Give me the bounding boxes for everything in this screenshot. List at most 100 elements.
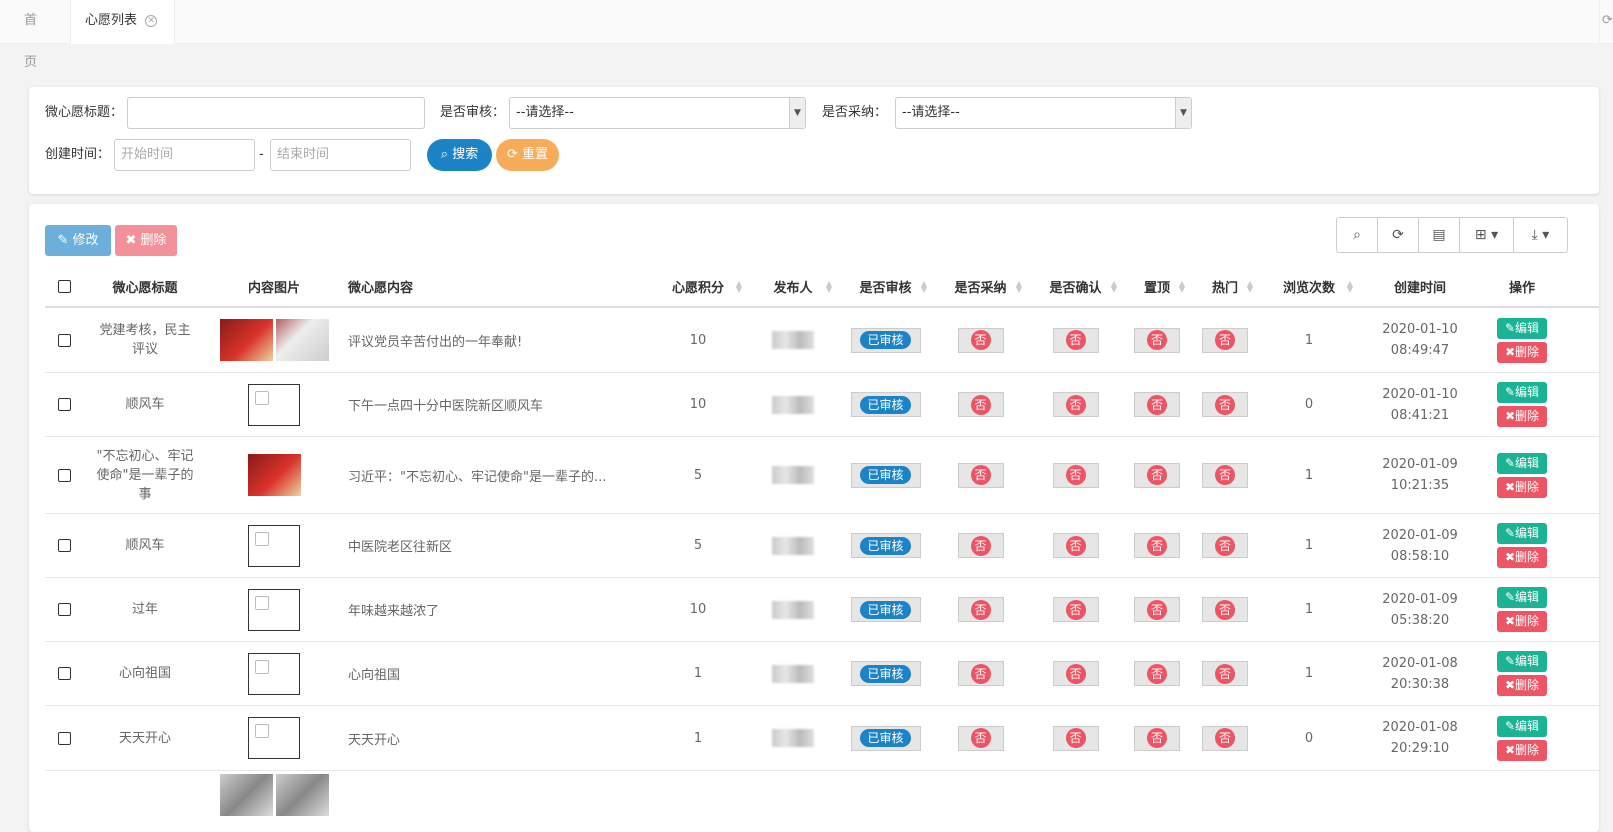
row-delete-button[interactable]: ✖删除: [1497, 611, 1547, 632]
top-status-badge: 否: [1147, 330, 1167, 350]
close-icon[interactable]: ✕: [145, 14, 158, 27]
column-header[interactable]: 发布人 ▲ ▼: [748, 267, 838, 306]
search-icon[interactable]: ⌕: [1336, 217, 1378, 253]
row-edit-button[interactable]: ✎编辑: [1497, 587, 1547, 608]
row-delete-button[interactable]: ✖删除: [1497, 341, 1547, 363]
created-date: 2020-01-09: [1382, 457, 1458, 472]
wish-points: 10: [689, 602, 707, 617]
toggle-view-icon[interactable]: ▤: [1418, 217, 1460, 253]
title-filter-input[interactable]: [127, 97, 425, 129]
row-delete-button[interactable]: ✖删除: [1497, 547, 1547, 568]
confirm-status-badge: 否: [1065, 663, 1086, 684]
confirm-status-badge: 否: [1065, 465, 1086, 485]
chevron-down-icon: ▼: [789, 98, 805, 128]
wish-points: 1: [693, 666, 703, 681]
wish-content: 天天开心: [348, 732, 401, 748]
start-time-input[interactable]: 开始时间: [114, 139, 255, 171]
created-time: 2020-01-09 05:38:20: [1359, 578, 1481, 641]
row-edit-button[interactable]: ✎编辑: [1497, 317, 1547, 339]
wish-title: 心向祖国: [118, 666, 171, 681]
row-edit-button[interactable]: ✎编辑: [1497, 382, 1547, 403]
reset-button[interactable]: ⟳ 重置: [496, 139, 559, 171]
confirm-status: 否: [1052, 327, 1099, 353]
row-checkbox[interactable]: [57, 731, 71, 745]
hot-status: 否: [1202, 533, 1248, 558]
row-edit-button[interactable]: ✎编辑: [1497, 452, 1547, 474]
column-header[interactable]: 是否审核 ▲ ▼: [838, 267, 933, 306]
confirm-status-badge: 否: [1065, 394, 1086, 415]
row-checkbox[interactable]: [57, 333, 71, 347]
column-header[interactable]: 心愿积分 ▲ ▼: [648, 267, 748, 306]
row-delete-label: 删除: [1515, 678, 1540, 692]
created-time: 2020-01-08 20:30:38: [1359, 642, 1481, 705]
tab-home[interactable]: 首页: [2, 0, 70, 70]
column-header[interactable]: 置顶 ▲ ▼: [1123, 267, 1191, 306]
row-checkbox[interactable]: [57, 603, 71, 616]
content-image[interactable]: [219, 319, 273, 361]
row-checkbox[interactable]: [57, 667, 71, 680]
end-time-input[interactable]: 结束时间: [270, 139, 411, 171]
bulk-delete-label: 删除: [140, 233, 167, 248]
hot-status: 否: [1202, 462, 1248, 488]
broken-image-icon[interactable]: [248, 652, 300, 695]
row-edit-button[interactable]: ✎编辑: [1497, 523, 1547, 544]
broken-image-icon[interactable]: [248, 588, 300, 631]
row-delete-button[interactable]: ✖删除: [1497, 476, 1547, 498]
row-delete-button[interactable]: ✖删除: [1497, 675, 1547, 696]
select-all-checkbox[interactable]: [57, 280, 71, 293]
row-delete-button[interactable]: ✖删除: [1497, 406, 1547, 427]
row-edit-button[interactable]: ✎编辑: [1497, 651, 1547, 672]
broken-image-icon[interactable]: [248, 524, 300, 567]
export-icon[interactable]: ⤓ ▾: [1513, 217, 1568, 253]
hot-status-badge: 否: [1215, 330, 1235, 350]
edit-icon: ✎: [1504, 526, 1516, 540]
created-date: 2020-01-08: [1382, 720, 1458, 735]
created-clock: 05:38:20: [1390, 612, 1450, 628]
bulk-edit-button[interactable]: ✎ 修改: [45, 225, 111, 256]
table-row: 顺风车 中医院老区往新区 5 已审核 否 否 否 否 1 2020-01-09 08:58:10 ✎编…: [45, 514, 1599, 578]
row-edit-button[interactable]: ✎编辑: [1497, 715, 1547, 737]
wish-content: 习近平："不忘初心、牢记使命"是一辈子的...: [348, 469, 607, 485]
column-header[interactable]: 热门 ▲ ▼: [1191, 267, 1259, 306]
hot-status-badge: 否: [1215, 465, 1235, 485]
column-header[interactable]: 微心愿标题: [83, 267, 207, 306]
content-image[interactable]: [275, 319, 329, 361]
row-checkbox[interactable]: [57, 539, 71, 552]
reset-button-label: 重置: [522, 147, 549, 162]
refresh-icon[interactable]: ⟳: [1377, 217, 1419, 253]
adopt-filter-label: 是否采纳：: [822, 105, 888, 120]
refresh-icon[interactable]: ⟳: [1599, 0, 1613, 44]
row-edit-label: 编辑: [1515, 654, 1540, 668]
column-header[interactable]: 是否采纳 ▲ ▼: [933, 267, 1028, 306]
row-delete-button[interactable]: ✖删除: [1497, 739, 1547, 761]
adopt-filter-select[interactable]: --请选择-- ▼: [895, 97, 1192, 129]
bulk-delete-button[interactable]: ✖ 删除: [115, 225, 177, 256]
content-image[interactable]: [275, 774, 329, 816]
close-icon: ✖: [1504, 550, 1516, 564]
row-checkbox[interactable]: [57, 398, 71, 411]
audit-status-badge: 已审核: [860, 536, 911, 555]
audit-filter-select[interactable]: --请选择-- ▼: [509, 97, 806, 129]
search-button[interactable]: ⌕ 搜索: [427, 139, 492, 171]
columns-menu-icon[interactable]: ⊞ ▾: [1459, 217, 1514, 253]
hot-status: 否: [1202, 392, 1248, 417]
column-header[interactable]: 是否确认 ▲ ▼: [1028, 267, 1123, 306]
row-checkbox[interactable]: [57, 468, 71, 482]
confirm-status-badge: 否: [1065, 728, 1086, 748]
audit-status: 已审核: [850, 462, 921, 488]
table-row: 党建考核，民主评议 评议党员辛苦付出的一年奉献! 10 已审核 否 否 否 否 1 2020-01…: [45, 308, 1599, 373]
publisher-name: [772, 664, 814, 683]
broken-image-icon[interactable]: [248, 383, 300, 426]
audit-status-badge: 已审核: [860, 466, 911, 484]
tab-wish-list[interactable]: 心愿列表 ✕: [70, 0, 175, 44]
content-image[interactable]: [219, 774, 273, 816]
confirm-status-badge: 否: [1065, 599, 1086, 620]
content-image[interactable]: [247, 454, 301, 496]
broken-image-icon[interactable]: [248, 717, 300, 759]
publisher-name: [772, 536, 814, 555]
created-clock: 08:58:10: [1390, 548, 1450, 564]
column-header[interactable]: 浏览次数 ▲ ▼: [1259, 267, 1359, 306]
close-icon: ✖: [125, 233, 137, 248]
confirm-status: 否: [1052, 725, 1099, 751]
column-header: 创建时间: [1393, 281, 1446, 296]
